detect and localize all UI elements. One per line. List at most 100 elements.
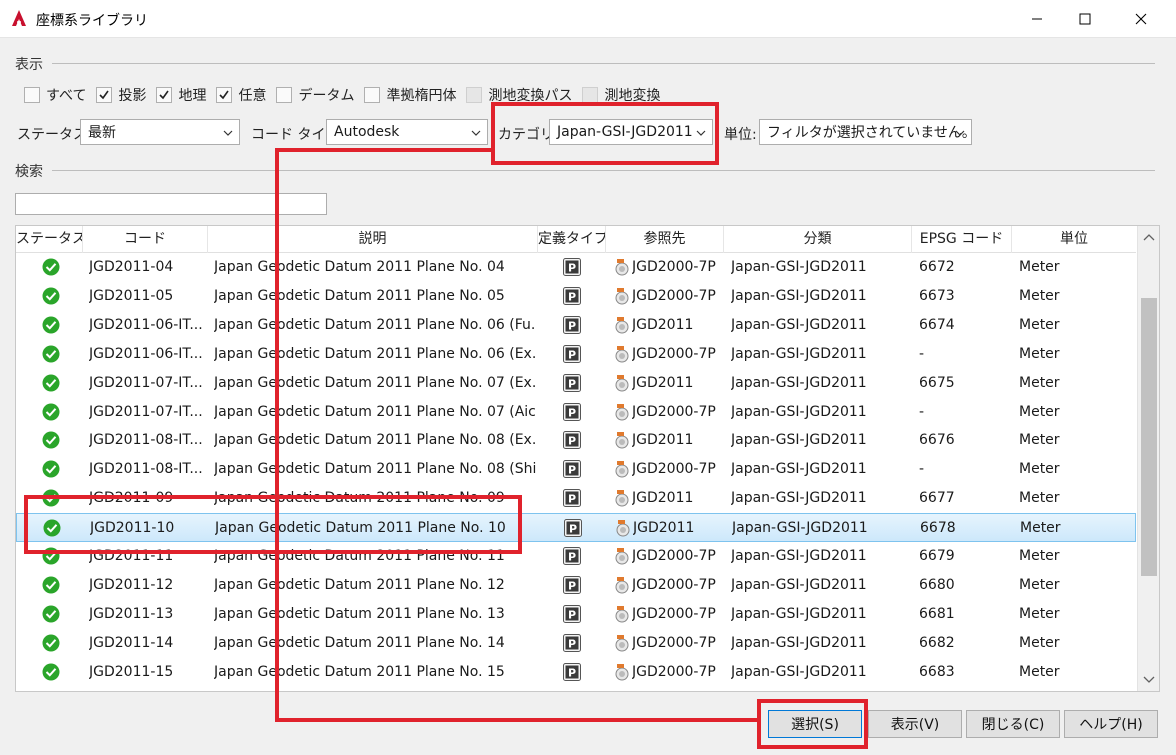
column-header-reference[interactable]: 参照先 xyxy=(606,226,724,253)
svg-text:P: P xyxy=(568,290,576,303)
svg-text:P: P xyxy=(568,579,576,592)
cell-unit: Meter xyxy=(1019,345,1060,362)
checkbox-box[interactable] xyxy=(364,87,381,103)
cell-epsg: - xyxy=(919,461,925,478)
cell-unit: Meter xyxy=(1019,548,1060,564)
cell-code: JGD2011-06-IT... xyxy=(89,345,203,362)
cell-unit: Meter xyxy=(1019,634,1060,651)
cell-description: Japan Geodetic Datum 2011 Plane No. 06 (… xyxy=(214,345,536,362)
table-row[interactable]: P JGD2011-06-IT... Japan Geodetic Datum 20… xyxy=(16,340,1136,369)
checkbox-projected[interactable]: 投影 xyxy=(96,85,146,105)
datum-reference-icon xyxy=(615,316,629,334)
help-button[interactable]: ヘルプ(H) xyxy=(1064,710,1158,738)
column-header-unit[interactable]: 単位 xyxy=(1012,226,1136,253)
scroll-down-icon[interactable] xyxy=(1143,675,1155,685)
status-dropdown[interactable]: 最新 xyxy=(80,119,240,145)
annotation-connector-top xyxy=(275,148,493,152)
projected-type-icon: P xyxy=(563,344,581,363)
cell-reference: JGD2000-7P xyxy=(632,345,716,362)
datum-reference-icon xyxy=(615,374,629,392)
checkbox-box[interactable] xyxy=(96,87,113,103)
checkbox-all[interactable]: すべて xyxy=(24,85,86,105)
search-divider xyxy=(52,170,1155,171)
checkbox-box[interactable] xyxy=(156,87,173,103)
svg-text:P: P xyxy=(568,608,576,621)
maximize-button[interactable] xyxy=(1062,0,1108,38)
column-header-category[interactable]: 分類 xyxy=(724,226,912,253)
table-row[interactable]: P JGD2011-07-IT... Japan Geodetic Datum 20… xyxy=(16,398,1136,427)
cell-category: Japan-GSI-JGD2011 xyxy=(731,259,867,275)
table-row[interactable]: P JGD2011-12 Japan Geodetic Datum 2011 Pla… xyxy=(16,571,1136,600)
checkbox-ellipsoid[interactable]: 準拠楕円体 xyxy=(364,85,456,105)
table-row[interactable]: P JGD2011-04 Japan Geodetic Datum 2011 Pla… xyxy=(16,253,1136,282)
svg-text:P: P xyxy=(568,551,576,564)
close-icon xyxy=(1135,13,1147,25)
close-button[interactable]: 閉じる(C) xyxy=(966,710,1060,738)
annotation-connector-bottom xyxy=(275,718,759,722)
column-header-definition-type[interactable]: 定義タイプ xyxy=(538,226,606,253)
table-row[interactable]: P JGD2011-14 Japan Geodetic Datum 2011 Pla… xyxy=(16,629,1136,658)
column-header-description[interactable]: 説明 xyxy=(208,226,538,253)
table-header: ステータス コード 説明 定義タイプ 参照先 分類 EPSG コード 単位 xyxy=(16,226,1136,253)
status-ok-icon xyxy=(42,258,60,276)
checkbox-box[interactable] xyxy=(582,87,599,103)
datum-reference-icon xyxy=(616,520,630,537)
scrollbar-thumb[interactable] xyxy=(1141,298,1157,576)
cell-category: Japan-GSI-JGD2011 xyxy=(731,287,867,304)
autocad-logo-icon xyxy=(12,10,26,26)
cell-description: Japan Geodetic Datum 2011 Plane No. 07 (… xyxy=(214,403,536,420)
svg-text:P: P xyxy=(568,464,576,477)
table-row[interactable]: P JGD2011-08-IT... Japan Geodetic Datum 20… xyxy=(16,455,1136,484)
cell-unit: Meter xyxy=(1019,605,1060,622)
cell-unit: Meter xyxy=(1019,432,1060,449)
code-type-dropdown[interactable]: Autodesk xyxy=(326,119,488,145)
checkbox-label: 準拠楕円体 xyxy=(386,88,457,104)
checkbox-datum[interactable]: データム xyxy=(276,85,354,105)
svg-text:P: P xyxy=(568,637,576,650)
minimize-button[interactable] xyxy=(1014,0,1060,38)
table-row[interactable]: P JGD2011-07-IT... Japan Geodetic Datum 20… xyxy=(16,369,1136,398)
svg-text:P: P xyxy=(568,493,576,506)
cell-code: JGD2011-04 xyxy=(89,259,174,275)
column-header-epsg-code[interactable]: EPSG コード xyxy=(912,226,1012,253)
checkbox-geographic[interactable]: 地理 xyxy=(156,85,206,105)
annotation-row-box xyxy=(24,495,522,554)
cell-reference: JGD2000-7P xyxy=(632,634,716,651)
table-row[interactable]: P JGD2011-06-IT... Japan Geodetic Datum 20… xyxy=(16,311,1136,340)
vertical-scrollbar[interactable] xyxy=(1137,226,1159,691)
cell-category: Japan-GSI-JGD2011 xyxy=(731,345,867,362)
cell-epsg: 6676 xyxy=(919,432,955,449)
scroll-up-icon[interactable] xyxy=(1143,232,1155,242)
checkbox-arbitrary[interactable]: 任意 xyxy=(216,85,266,105)
cell-description: Japan Geodetic Datum 2011 Plane No. 14 xyxy=(214,634,505,651)
svg-text:P: P xyxy=(568,666,576,679)
cell-epsg: 6673 xyxy=(919,287,955,304)
unit-dropdown[interactable]: フィルタが選択されていません。 xyxy=(759,119,972,145)
table-row[interactable]: P JGD2011-13 Japan Geodetic Datum 2011 Pla… xyxy=(16,600,1136,629)
datum-reference-icon xyxy=(615,259,629,276)
checkmark-icon xyxy=(219,90,230,100)
checkbox-box[interactable] xyxy=(276,87,293,103)
search-input[interactable] xyxy=(15,193,327,215)
column-header-status[interactable]: ステータス xyxy=(16,226,83,253)
status-ok-icon xyxy=(42,576,60,594)
projected-type-icon: P xyxy=(563,431,581,450)
cell-epsg: 6675 xyxy=(919,374,955,391)
checkbox-box[interactable] xyxy=(466,87,483,103)
table-row[interactable]: P JGD2011-15 Japan Geodetic Datum 2011 Pla… xyxy=(16,658,1136,687)
cell-reference: JGD2000-7P xyxy=(632,461,716,478)
cell-epsg: 6681 xyxy=(919,605,955,622)
table-row[interactable]: P JGD2011-05 Japan Geodetic Datum 2011 Pla… xyxy=(16,282,1136,311)
view-button[interactable]: 表示(V) xyxy=(868,710,962,738)
cell-reference: JGD2000-7P xyxy=(632,403,716,420)
checkbox-box[interactable] xyxy=(24,87,40,103)
display-divider xyxy=(52,63,1155,64)
cell-category: Japan-GSI-JGD2011 xyxy=(731,432,867,449)
column-header-code[interactable]: コード xyxy=(83,226,208,253)
checkbox-box[interactable] xyxy=(216,87,233,103)
close-window-button[interactable] xyxy=(1118,0,1164,38)
checkbox-label: データム xyxy=(298,88,355,104)
table-row[interactable]: P JGD2011-08-IT... Japan Geodetic Datum 20… xyxy=(16,426,1136,455)
cell-code: JGD2011-15 xyxy=(89,663,174,680)
cell-epsg: 6678 xyxy=(920,520,956,537)
